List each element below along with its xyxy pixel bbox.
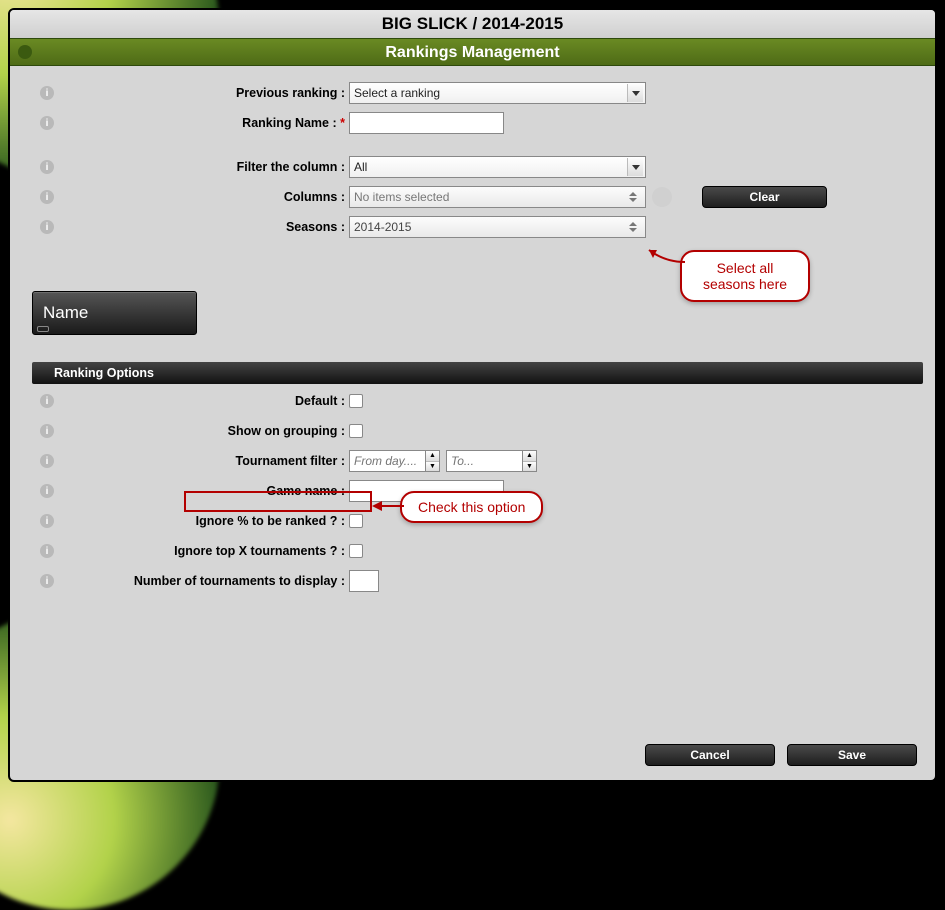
highlight-ignore-percent: [184, 491, 372, 512]
show-grouping-checkbox[interactable]: [349, 424, 363, 438]
info-icon[interactable]: i: [40, 544, 54, 558]
sort-icon: [625, 188, 641, 206]
cancel-button[interactable]: Cancel: [645, 744, 775, 766]
chevron-down-icon[interactable]: ▼: [523, 462, 536, 472]
previous-ranking-select[interactable]: Select a ranking: [349, 82, 646, 104]
label-show-grouping: Show on grouping :: [54, 424, 349, 438]
label-num-display: Number of tournaments to display :: [54, 574, 349, 588]
info-icon[interactable]: i: [40, 220, 54, 234]
seasons-multiselect[interactable]: 2014-2015: [349, 216, 646, 238]
sort-icon: [625, 218, 641, 236]
page-subtitle: Rankings Management: [385, 44, 559, 61]
label-filter-column: Filter the column :: [54, 160, 349, 174]
name-column-header[interactable]: Name: [32, 291, 197, 335]
to-day-spinner[interactable]: ▲▼: [446, 450, 537, 472]
ranking-name-input[interactable]: [349, 112, 504, 134]
filter-column-select[interactable]: All: [349, 156, 646, 178]
columns-multiselect[interactable]: No items selected: [349, 186, 646, 208]
default-checkbox[interactable]: [349, 394, 363, 408]
window-title: BIG SLICK / 2014-2015: [10, 10, 935, 38]
chevron-up-icon[interactable]: ▲: [523, 451, 536, 462]
chevron-down-icon: [627, 158, 643, 176]
page-subheader: Rankings Management: [10, 38, 935, 66]
info-icon[interactable]: i: [40, 574, 54, 588]
save-button[interactable]: Save: [787, 744, 917, 766]
ranking-options-header: Ranking Options: [32, 362, 923, 384]
content-area: i Previous ranking : Select a ranking i …: [10, 66, 935, 780]
ignore-topx-checkbox[interactable]: [349, 544, 363, 558]
dialog-frame: BIG SLICK / 2014-2015 Rankings Managemen…: [8, 8, 937, 782]
info-icon[interactable]: i: [40, 116, 54, 130]
label-previous-ranking: Previous ranking :: [54, 86, 349, 100]
info-icon[interactable]: i: [40, 424, 54, 438]
label-seasons: Seasons :: [54, 220, 349, 234]
info-icon[interactable]: i: [40, 394, 54, 408]
chevron-up-icon[interactable]: ▲: [426, 451, 439, 462]
chevron-down-icon[interactable]: ▼: [426, 462, 439, 472]
label-ignore-percent: Ignore % to be ranked ? :: [54, 514, 349, 528]
label-default: Default :: [54, 394, 349, 408]
info-icon[interactable]: [18, 45, 32, 59]
info-icon[interactable]: i: [40, 86, 54, 100]
from-day-spinner[interactable]: ▲▼: [349, 450, 440, 472]
info-icon[interactable]: i: [40, 160, 54, 174]
info-icon[interactable]: i: [40, 514, 54, 528]
columns-extra-button[interactable]: [652, 187, 672, 207]
dialog-footer: Cancel Save: [645, 744, 917, 766]
num-display-input[interactable]: [349, 570, 379, 592]
label-ranking-name: Ranking Name : *: [54, 116, 349, 130]
required-asterisk: *: [340, 116, 345, 130]
clear-button[interactable]: Clear: [702, 186, 827, 208]
label-tournament-filter: Tournament filter :: [54, 454, 349, 468]
info-icon[interactable]: i: [40, 190, 54, 204]
info-icon[interactable]: i: [40, 454, 54, 468]
info-icon[interactable]: i: [40, 484, 54, 498]
label-columns: Columns :: [54, 190, 349, 204]
label-ignore-topx: Ignore top X tournaments ? :: [54, 544, 349, 558]
callout-seasons: Select all seasons here: [680, 250, 810, 302]
callout-ignore-percent: Check this option: [400, 491, 543, 523]
ignore-percent-checkbox[interactable]: [349, 514, 363, 528]
chevron-down-icon: [627, 84, 643, 102]
